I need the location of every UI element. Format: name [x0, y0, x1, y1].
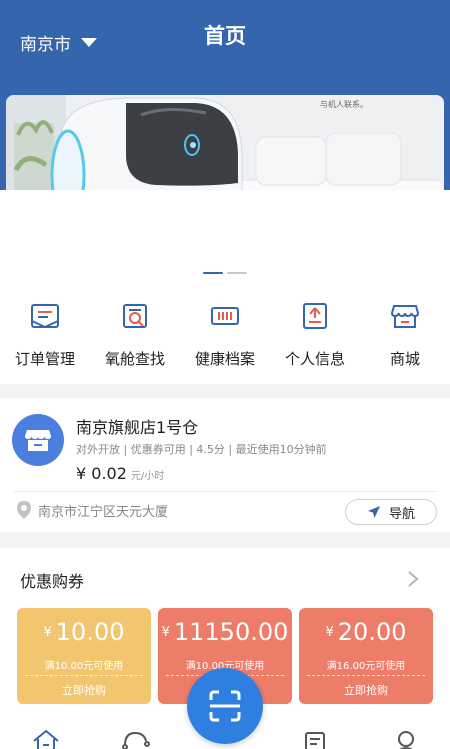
user-icon[interactable] [393, 729, 419, 749]
store-name: 南京旗舰店1号仓 [76, 418, 199, 437]
store-card[interactable]: 南京旗舰店1号仓 对外开放 | 优惠券可用 | 4.5分 | 最近使用10分钟前… [0, 398, 450, 532]
nav-label-health-record: 健康档案 [194, 350, 255, 368]
coupon-amount: ¥11150.00 [158, 618, 292, 647]
amount-value: 11150.00 [173, 618, 289, 646]
location-pin-icon [17, 501, 31, 519]
navigate-button[interactable]: 导航 [345, 499, 437, 525]
nav-item-profile[interactable]: 个人信息 [270, 300, 360, 369]
store-avatar [12, 414, 64, 466]
scan-icon [209, 690, 241, 722]
nav-item-find-chamber[interactable]: 氧舱查找 [90, 300, 180, 369]
claim-button[interactable]: 立即抢购 [17, 682, 151, 698]
coupon-amount: ¥20.00 [299, 618, 433, 647]
claim-button[interactable]: 立即抢购 [299, 682, 433, 698]
store-price: ¥ 0.02 元/小时 [76, 464, 164, 483]
navigation-arrow-icon [367, 506, 380, 518]
section-title: 优惠购券 [20, 572, 85, 591]
navigate-label: 导航 [388, 506, 415, 522]
currency-symbol: ¥ [325, 625, 334, 640]
coupon-condition: 满10.00元可使用 [44, 661, 124, 672]
nav-label-orders: 订单管理 [14, 350, 75, 368]
page-title: 首页 [204, 24, 246, 48]
profile-upload-icon [299, 300, 331, 332]
store-icon [389, 300, 421, 332]
scan-button[interactable] [187, 668, 263, 744]
nav-item-orders[interactable]: 订单管理 [0, 300, 90, 369]
coupon-divider [307, 675, 425, 676]
store-tags: 对外开放 | 优惠券可用 | 4.5分 | 最近使用10分钟前 [76, 443, 327, 456]
carousel-dot-2[interactable] [227, 272, 247, 274]
nav-item-health-record[interactable]: 健康档案 [180, 300, 270, 369]
store-address: 南京市江宁区天元大厦 [16, 500, 168, 520]
nav-item-mall[interactable]: 商城 [360, 300, 450, 369]
banner-caption: 与机人联系。 [320, 100, 368, 109]
coupon-amount: ¥10.00 [17, 618, 151, 647]
search-doc-icon [119, 300, 151, 332]
amount-value: 20.00 [337, 618, 407, 646]
coupon-divider [25, 675, 143, 676]
carousel-indicator [0, 272, 450, 276]
order-mail-icon [29, 300, 61, 332]
coupon-card[interactable]: ¥20.00 满16.00元可使用 立即抢购 [299, 608, 433, 704]
address-text: 南京市江宁区天元大厦 [38, 504, 169, 520]
quick-nav: 订单管理 氧舱查找 健康档案 个人信息 商城 [0, 300, 450, 369]
amount-value: 10.00 [55, 618, 125, 646]
carousel-dot-1[interactable] [203, 272, 223, 274]
home-icon[interactable] [32, 729, 60, 749]
document-icon[interactable] [303, 729, 327, 749]
currency-symbol: ¥ [43, 625, 52, 640]
coupon-condition: 满16.00元可使用 [326, 661, 406, 672]
refresh-icon[interactable] [120, 729, 150, 749]
health-barcode-icon [209, 300, 241, 332]
nav-label-mall: 商城 [389, 350, 420, 368]
coupon-card[interactable]: ¥10.00 满10.00元可使用 立即抢购 [17, 608, 151, 704]
divider [14, 491, 436, 492]
currency-symbol: ¥ [161, 625, 170, 640]
nav-label-profile: 个人信息 [284, 350, 345, 368]
store-icon [25, 430, 51, 451]
price-unit: 元/小时 [130, 471, 165, 482]
chevron-right-icon[interactable] [406, 570, 420, 588]
price-value: ¥ 0.02 [76, 464, 127, 483]
nav-label-find-chamber: 氧舱查找 [104, 350, 165, 368]
